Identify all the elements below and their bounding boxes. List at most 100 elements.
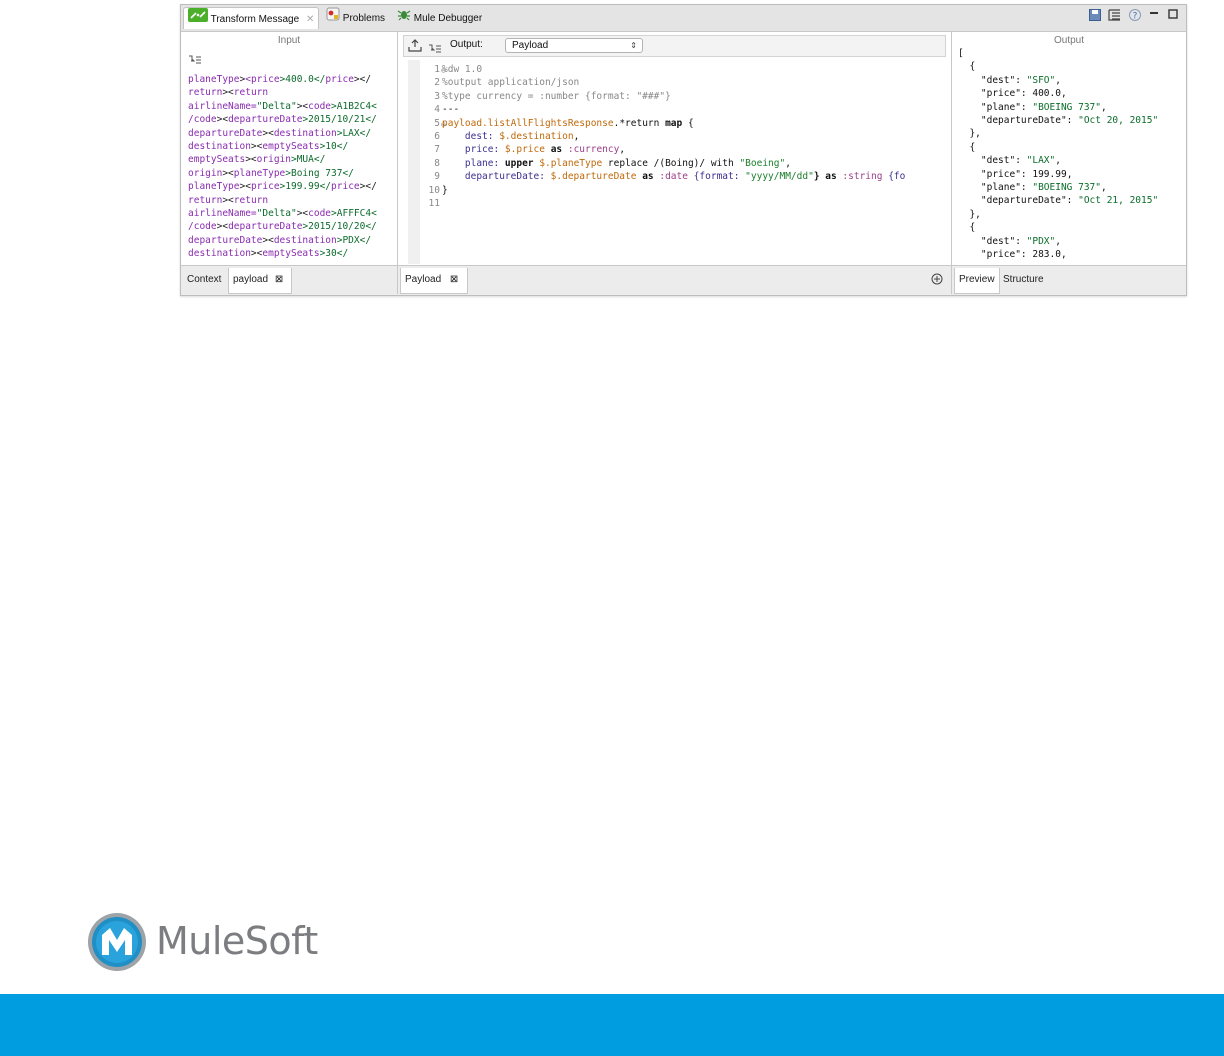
code-token: , bbox=[573, 131, 580, 142]
tab-context[interactable]: Context bbox=[183, 268, 225, 294]
code-token: {fo bbox=[888, 171, 906, 183]
code-token: "departureDate": bbox=[958, 195, 1079, 207]
code-token: planeType bbox=[188, 181, 240, 193]
code-token: $.price bbox=[504, 144, 545, 156]
line-number: 9 bbox=[434, 171, 440, 183]
output-line: "departureDate": "Oct 21, 2015" bbox=[958, 194, 1158, 207]
code-token: emptySeats bbox=[262, 248, 320, 260]
code-token: --- bbox=[442, 104, 460, 116]
code-token: "BOEING 737" bbox=[1032, 182, 1101, 194]
output-select-value: Payload bbox=[512, 40, 549, 51]
code-token: , bbox=[1055, 74, 1061, 86]
export-icon[interactable] bbox=[408, 39, 422, 57]
code-token: emptySeats bbox=[188, 154, 246, 166]
close-tab-icon[interactable]: ⊠ bbox=[275, 274, 283, 285]
output-select[interactable]: Payload ⇕ bbox=[505, 38, 643, 53]
tab-payload-script[interactable]: Payload ⊠ bbox=[400, 268, 468, 294]
input-line: return><return bbox=[188, 86, 377, 99]
code-token: $.planeType bbox=[539, 157, 603, 169]
close-tab-icon[interactable]: ✕ bbox=[306, 14, 314, 25]
mulesoft-logo-mark bbox=[88, 913, 146, 971]
input-line: return><return bbox=[188, 194, 377, 207]
save-icon[interactable] bbox=[1089, 9, 1101, 25]
code-token: "Oct 21, 2015" bbox=[1078, 195, 1159, 207]
code-token: planeType bbox=[188, 74, 240, 85]
input-bottom-tabs: Context payload ⊠ bbox=[181, 265, 397, 294]
tab-payload-input[interactable]: payload ⊠ bbox=[228, 268, 292, 294]
code-token: plane: bbox=[442, 157, 505, 169]
code-token: departureDate bbox=[228, 221, 303, 233]
line-number: 3 bbox=[434, 90, 440, 102]
transform-icon bbox=[188, 8, 208, 31]
code-token: }, bbox=[958, 208, 981, 220]
input-line: /code><departureDate>2015/10/20</ bbox=[188, 220, 377, 233]
input-line: destination><emptySeats>30</ bbox=[188, 247, 377, 260]
input-filter-icon[interactable] bbox=[188, 52, 202, 70]
code-token: >< bbox=[245, 154, 257, 166]
code-token: planeType bbox=[233, 167, 286, 179]
code-token: dest: bbox=[442, 131, 500, 142]
svg-text:?: ? bbox=[1133, 12, 1138, 22]
code-token: $.departureDate bbox=[550, 171, 637, 183]
code-token: "plane": bbox=[958, 101, 1033, 113]
code-token: destination bbox=[188, 141, 251, 153]
code-token: upper bbox=[504, 157, 540, 169]
tab-structure[interactable]: Structure bbox=[999, 268, 1048, 294]
input-line: departureDate><destination>PDX</ bbox=[188, 234, 377, 247]
code-token: >2015/10/21</ bbox=[302, 114, 377, 126]
transform-message-window: Transform Message ✕ Problems Mule Debugg… bbox=[180, 4, 1187, 296]
output-line: "plane": "BOEING 737", bbox=[958, 181, 1158, 194]
tab-problems[interactable]: Problems bbox=[324, 7, 385, 29]
add-output-icon[interactable] bbox=[931, 272, 943, 290]
editor-tab-bar: Transform Message ✕ Problems Mule Debugg… bbox=[181, 5, 1186, 32]
line-number: 11 bbox=[428, 198, 440, 209]
maximize-icon[interactable] bbox=[1168, 9, 1178, 23]
code-token: %output application/json bbox=[442, 77, 580, 89]
code-token: "dest": bbox=[958, 155, 1027, 167]
tab-payload-script-label: Payload bbox=[405, 274, 442, 285]
code-token: { bbox=[682, 117, 694, 129]
dataweave-editor[interactable]: 1 ⊖ %dw 1.0 2 %output application/json 3 %type… bbox=[408, 60, 951, 264]
code-token: 283.0 bbox=[1032, 249, 1061, 261]
code-token: >199.99</ bbox=[279, 181, 332, 193]
minimize-icon[interactable] bbox=[1149, 8, 1159, 22]
code-token: , bbox=[1101, 182, 1107, 194]
code-token: "price": bbox=[958, 249, 1033, 261]
code-token: "dest": bbox=[958, 74, 1027, 86]
code-token: :string bbox=[842, 171, 889, 183]
output-line: "departureDate": "Oct 20, 2015" bbox=[958, 114, 1158, 127]
tab-mule-debugger[interactable]: Mule Debugger bbox=[397, 7, 482, 29]
tab-transform-message-label: Transform Message bbox=[210, 14, 300, 26]
code-token: departureDate bbox=[228, 114, 303, 126]
input-payload-text: planeType><price>400.0</price></return><… bbox=[188, 73, 377, 261]
output-line: "dest": "LAX", bbox=[958, 154, 1158, 167]
tree-view-icon[interactable] bbox=[1108, 9, 1121, 25]
output-line: "price": 400.0, bbox=[958, 87, 1158, 100]
code-token: code bbox=[308, 208, 332, 220]
code-token: >2015/10/20</ bbox=[302, 221, 377, 233]
help-icon[interactable]: ? bbox=[1129, 9, 1141, 25]
output-line: { bbox=[958, 60, 1158, 73]
close-tab-icon[interactable]: ⊠ bbox=[450, 274, 458, 285]
script-bottom-tabs: Payload ⊠ bbox=[398, 265, 951, 294]
filter-icon[interactable] bbox=[428, 41, 442, 59]
code-token: "PDX" bbox=[1026, 235, 1056, 247]
code-token: >< bbox=[222, 87, 234, 99]
tab-transform-message[interactable]: Transform Message ✕ bbox=[183, 7, 319, 29]
output-line: }, bbox=[958, 127, 1158, 140]
code-token: >30</ bbox=[319, 248, 349, 260]
code-token: destination bbox=[273, 127, 337, 139]
code-token: "dest": bbox=[958, 235, 1027, 247]
code-token: >MUA</ bbox=[290, 154, 326, 166]
input-line: planeType><price>199.99</price></ bbox=[188, 180, 377, 193]
code-token: "yyyy/MM/dd" bbox=[745, 171, 814, 183]
code-token: emptySeats bbox=[262, 141, 320, 153]
tab-preview[interactable]: Preview bbox=[954, 268, 1000, 294]
code-token: origin bbox=[188, 167, 223, 179]
output-line: "price": 199.99, bbox=[958, 168, 1158, 181]
code-token: >< bbox=[296, 208, 309, 220]
code-token: >AFFFC4< bbox=[331, 208, 377, 220]
output-bottom-tabs: Preview Structure bbox=[952, 265, 1186, 294]
code-token: , bbox=[1055, 235, 1061, 247]
code-token: return bbox=[233, 194, 269, 206]
